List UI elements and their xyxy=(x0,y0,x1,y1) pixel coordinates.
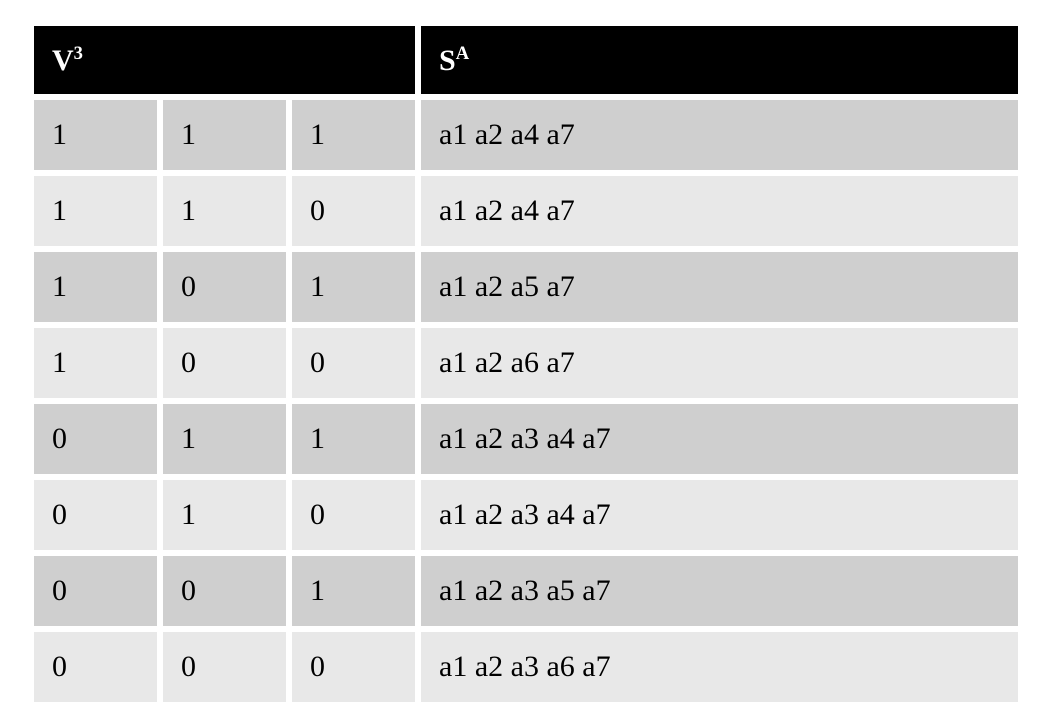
cell-v1: 1 xyxy=(34,176,157,246)
table-row: 0 0 0 a1 a2 a3 a6 a7 xyxy=(34,632,1018,702)
cell-sa: a1 a2 a4 a7 xyxy=(421,100,1018,170)
table-row: 1 0 0 a1 a2 a6 a7 xyxy=(34,328,1018,398)
cell-v2: 0 xyxy=(163,328,286,398)
cell-v1: 1 xyxy=(34,328,157,398)
header-s-sup: A xyxy=(456,43,469,64)
cell-v2: 0 xyxy=(163,632,286,702)
cell-sa: a1 a2 a3 a5 a7 xyxy=(421,556,1018,626)
cell-v2: 1 xyxy=(163,404,286,474)
cell-v3: 0 xyxy=(292,328,415,398)
cell-v2: 0 xyxy=(163,556,286,626)
cell-v1: 0 xyxy=(34,632,157,702)
cell-v3: 1 xyxy=(292,556,415,626)
cell-v2: 1 xyxy=(163,100,286,170)
truth-table: V3 SA 1 1 1 a1 a2 a4 a7 1 1 0 a1 a2 a4 a… xyxy=(28,20,1024,708)
cell-v3: 0 xyxy=(292,176,415,246)
header-v-base: V xyxy=(52,44,74,77)
table-row: 1 1 0 a1 a2 a4 a7 xyxy=(34,176,1018,246)
table-row: 0 0 1 a1 a2 a3 a5 a7 xyxy=(34,556,1018,626)
cell-sa: a1 a2 a4 a7 xyxy=(421,176,1018,246)
cell-sa: a1 a2 a5 a7 xyxy=(421,252,1018,322)
table-row: 1 0 1 a1 a2 a5 a7 xyxy=(34,252,1018,322)
cell-v3: 0 xyxy=(292,632,415,702)
cell-v1: 1 xyxy=(34,100,157,170)
cell-sa: a1 a2 a3 a4 a7 xyxy=(421,480,1018,550)
cell-v2: 1 xyxy=(163,480,286,550)
cell-v2: 1 xyxy=(163,176,286,246)
header-v-sup: 3 xyxy=(74,43,83,64)
column-header-v: V3 xyxy=(34,26,415,94)
cell-v3: 1 xyxy=(292,100,415,170)
column-header-s: SA xyxy=(421,26,1018,94)
cell-v1: 0 xyxy=(34,480,157,550)
table-row: 0 1 1 a1 a2 a3 a4 a7 xyxy=(34,404,1018,474)
cell-sa: a1 a2 a3 a6 a7 xyxy=(421,632,1018,702)
table-row: 0 1 0 a1 a2 a3 a4 a7 xyxy=(34,480,1018,550)
cell-v3: 0 xyxy=(292,480,415,550)
cell-v1: 0 xyxy=(34,556,157,626)
table-row: 1 1 1 a1 a2 a4 a7 xyxy=(34,100,1018,170)
cell-v1: 0 xyxy=(34,404,157,474)
cell-v3: 1 xyxy=(292,252,415,322)
cell-sa: a1 a2 a6 a7 xyxy=(421,328,1018,398)
cell-v2: 0 xyxy=(163,252,286,322)
table-header-row: V3 SA xyxy=(34,26,1018,94)
cell-v1: 1 xyxy=(34,252,157,322)
header-s-base: S xyxy=(439,44,456,77)
cell-v3: 1 xyxy=(292,404,415,474)
cell-sa: a1 a2 a3 a4 a7 xyxy=(421,404,1018,474)
